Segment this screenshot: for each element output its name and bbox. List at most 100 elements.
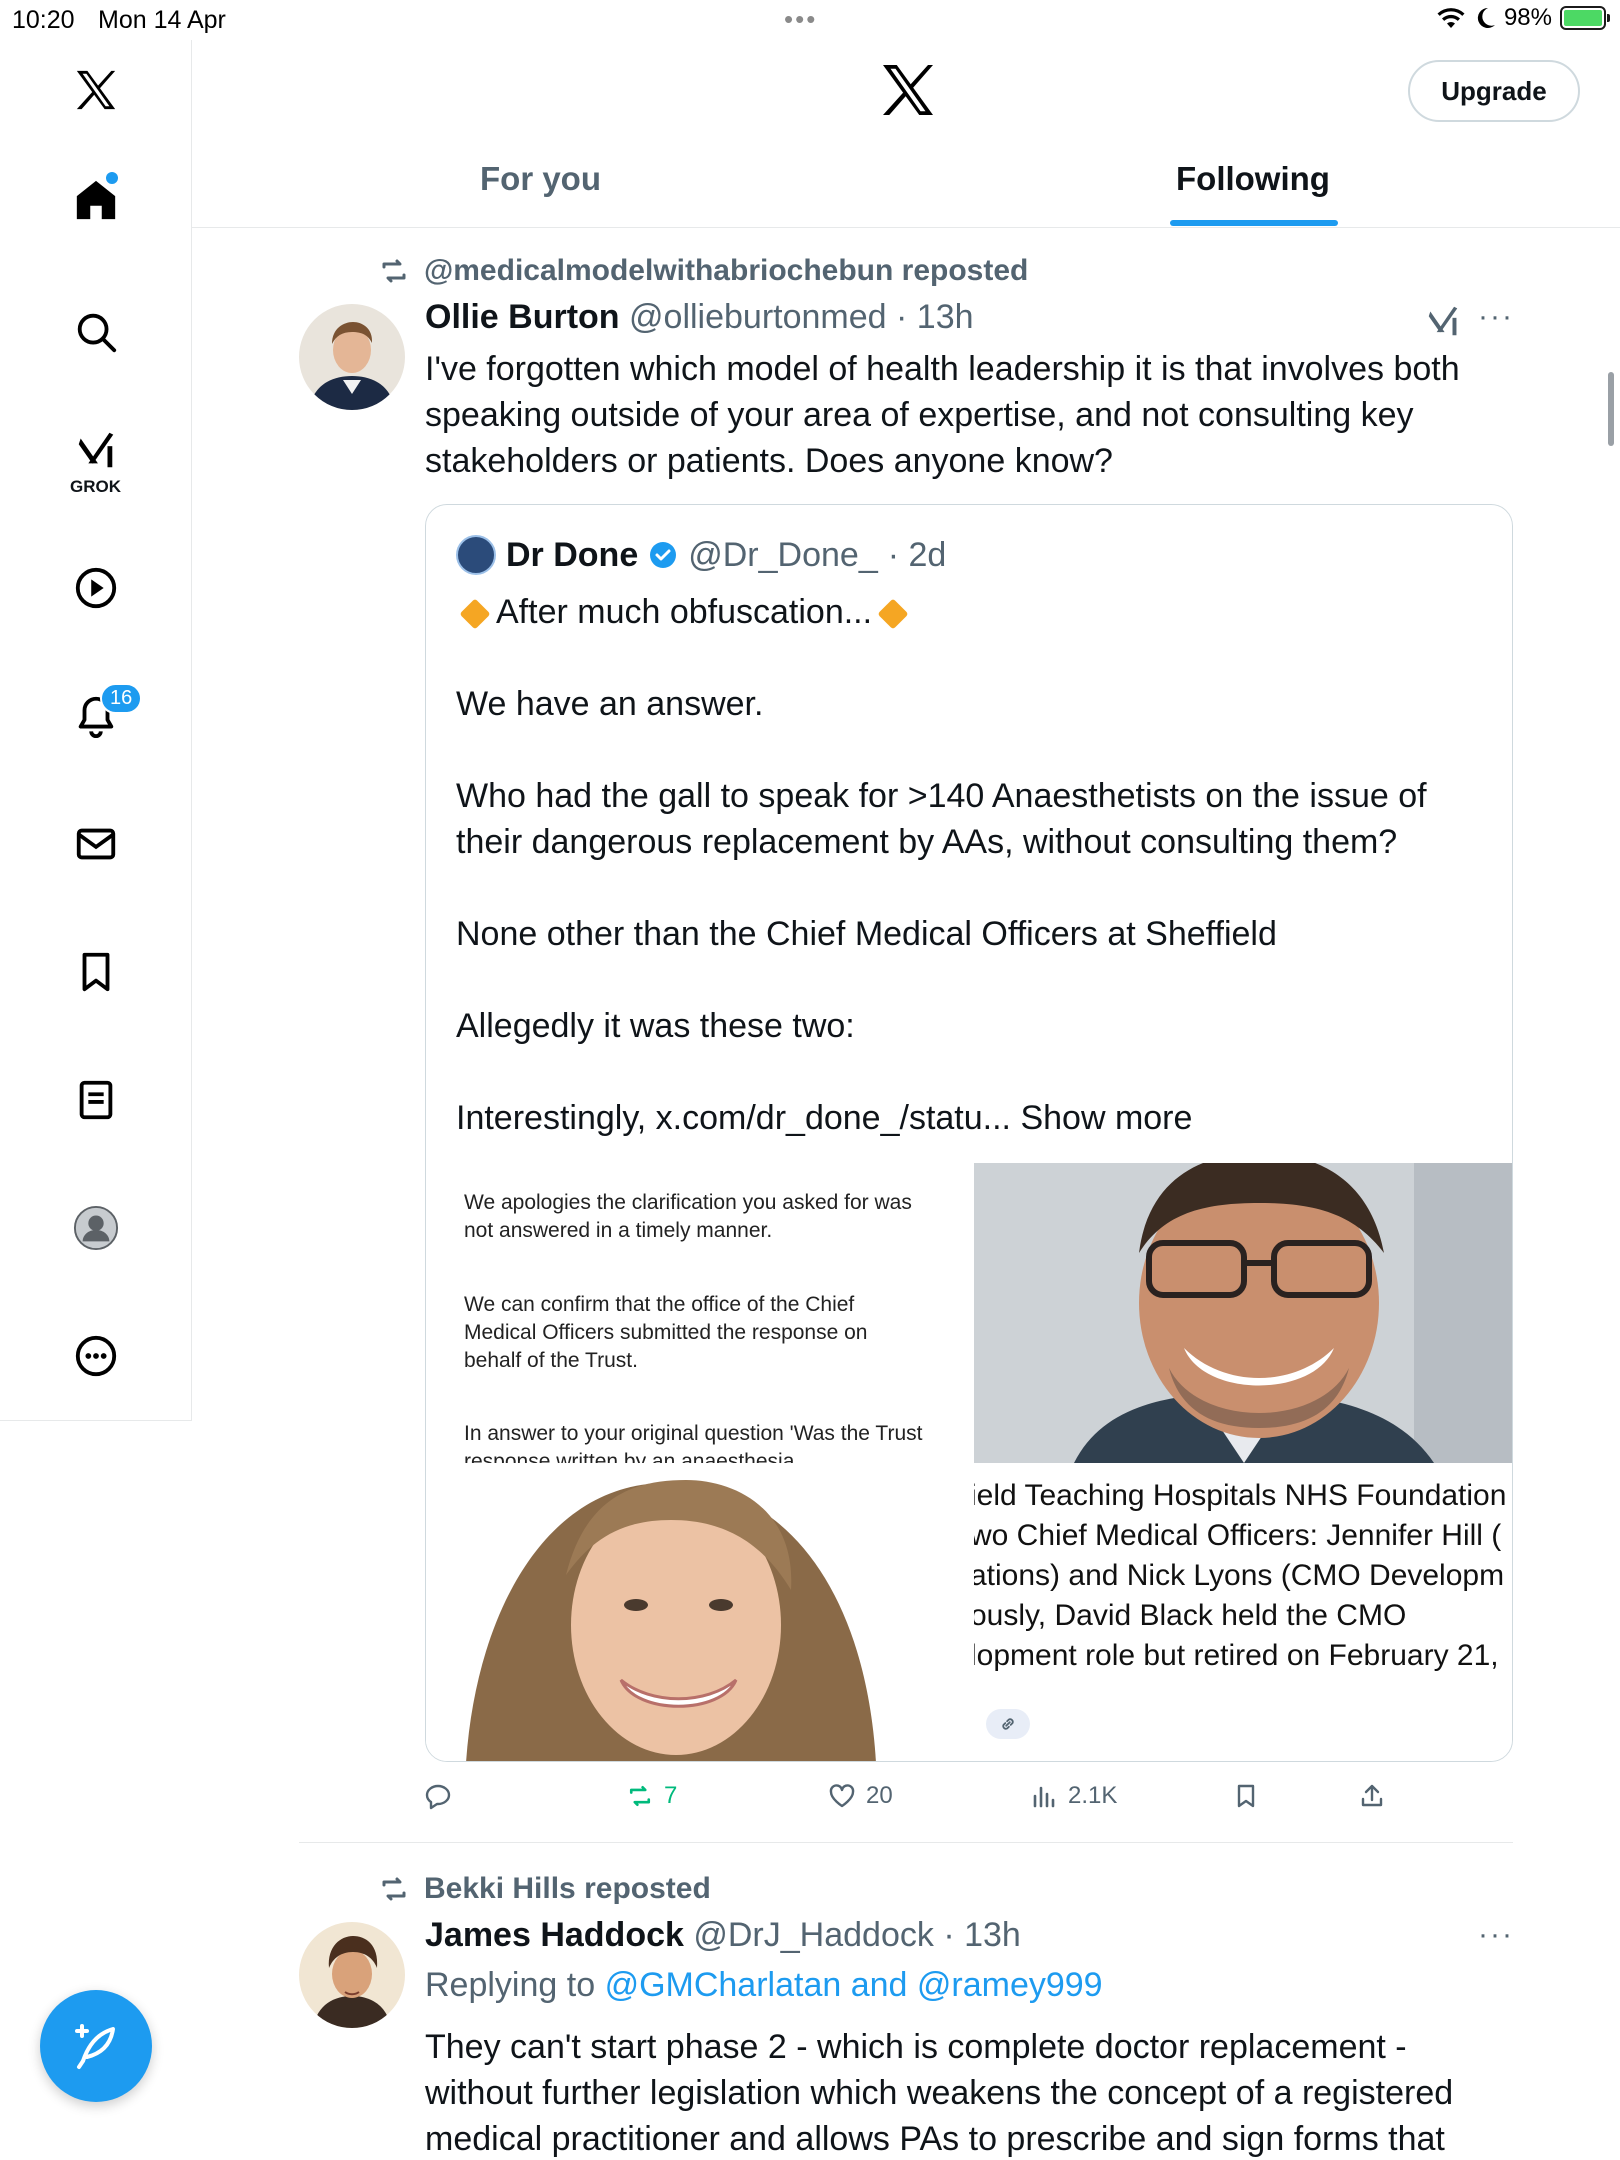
sidebar-item-profile[interactable]	[66, 1198, 126, 1258]
moon-icon	[1477, 7, 1495, 28]
replying-to-prefix: Replying to	[425, 1966, 596, 2004]
media-woman-photo[interactable]	[426, 1465, 972, 1761]
views-chart-icon	[1033, 1786, 1055, 1808]
tweet-text-line: without further legislation which weaken…	[425, 2074, 1454, 2112]
tweet-author-line: James Haddock @DrJ_Haddock · 13h	[425, 1916, 1021, 1955]
tab-for-you[interactable]: For you	[480, 160, 601, 198]
quoted-line: None other than the Chief Medical Office…	[456, 915, 1277, 953]
replying-to-mentions[interactable]: @GMCharlatan and @ramey999	[605, 1966, 1103, 2004]
article-line: lopment role but retired on February 21,	[974, 1639, 1499, 1672]
compose-feather-icon	[75, 2024, 115, 2069]
media-man-photo[interactable]	[974, 1163, 1512, 1463]
link-chip[interactable]	[986, 1709, 1030, 1739]
author-handle[interactable]: @DrJ_Haddock	[693, 1916, 934, 1954]
repost-attribution[interactable]: Bekki Hills reposted	[378, 1872, 711, 1906]
profile-avatar-icon	[73, 1205, 119, 1251]
tab-following[interactable]: Following	[1176, 160, 1330, 198]
list-document-icon	[79, 1080, 113, 1120]
sidebar-item-more[interactable]	[66, 1326, 126, 1386]
repost-button[interactable]: 7	[626, 1782, 677, 1810]
like-button[interactable]: 20	[828, 1782, 893, 1810]
tweet-separator	[299, 1842, 1513, 1843]
quoted-line: their dangerous replacement by AAs, with…	[456, 823, 1398, 861]
author-handle[interactable]: @ollieburtonmed	[629, 298, 887, 336]
sidebar-item-videos[interactable]	[66, 558, 126, 618]
article-line: ield Teaching Hospitals NHS Foundation	[974, 1479, 1507, 1512]
status-date: Mon 14 Apr	[98, 6, 226, 34]
author-name[interactable]: James Haddock	[425, 1916, 684, 1954]
quoted-line: Interestingly, x.com/dr_done_/statu...	[456, 1099, 1011, 1137]
multitasking-dots[interactable]: •••	[784, 4, 817, 35]
battery-percent: 98%	[1503, 4, 1552, 31]
letter-paragraph: We apologies the clarification you asked…	[464, 1191, 912, 1242]
letter-paragraph: In answer to your original question 'Was…	[464, 1422, 923, 1463]
bookmark-button[interactable]	[1232, 1782, 1260, 1810]
orange-diamond-icon	[877, 598, 909, 630]
sidebar-item-bookmarks[interactable]	[66, 942, 126, 1002]
tweet-time[interactable]: · 13h	[943, 1916, 1021, 1954]
reply-button[interactable]	[424, 1782, 462, 1810]
like-count: 20	[866, 1782, 893, 1809]
play-circle-icon	[75, 567, 117, 609]
share-button[interactable]	[1358, 1782, 1386, 1810]
sidebar-divider	[0, 1420, 192, 1421]
quoted-line: We have an answer.	[456, 685, 764, 723]
link-icon	[1002, 1718, 1014, 1730]
status-time: 10:20	[12, 6, 75, 34]
repost-icon	[629, 1785, 651, 1807]
grok-explain-icon[interactable]	[1424, 302, 1462, 340]
quoted-tweet-card[interactable]: Dr Done @Dr_Done_ · 2d After much obfusc…	[425, 504, 1513, 1762]
tweet-text: They can't start phase 2 - which is comp…	[425, 2024, 1525, 2160]
x-logo-icon[interactable]	[66, 60, 126, 120]
media-article-screenshot[interactable]: ield Teaching Hospitals NHS Foundation w…	[974, 1465, 1512, 1761]
tweet-more-button[interactable]: ···	[1478, 1918, 1514, 1952]
home-unread-dot	[106, 172, 118, 184]
replying-to-line: Replying to @GMCharlatan and @ramey999	[425, 1966, 1103, 2005]
quoted-line: Who had the gall to speak for >140 Anaes…	[456, 777, 1427, 815]
quoted-author-line: Dr Done @Dr_Done_ · 2d	[456, 535, 946, 575]
envelope-icon	[76, 828, 116, 860]
views-count: 2.1K	[1068, 1782, 1118, 1809]
search-icon	[77, 313, 117, 353]
avatar[interactable]	[299, 304, 405, 410]
quoted-tweet-time: · 2d	[887, 535, 947, 574]
tweet-text-line: medical practitioner and allows PAs to p…	[425, 2120, 1445, 2158]
repost-attribution-text: Bekki Hills reposted	[424, 1872, 711, 1905]
views-button[interactable]: 2.1K	[1030, 1782, 1117, 1810]
grok-icon	[78, 432, 114, 468]
media-letter-image[interactable]: We apologies the clarification you asked…	[426, 1163, 972, 1463]
tweet-text-line: I've forgotten which model of health lea…	[425, 350, 1460, 388]
article-line: wo Chief Medical Officers: Jennifer Hill…	[974, 1519, 1502, 1552]
compose-post-button[interactable]	[40, 1990, 152, 2102]
header-x-logo-icon[interactable]	[878, 60, 938, 120]
status-right: 98%	[1436, 4, 1610, 32]
verified-badge-icon	[650, 542, 677, 568]
quoted-last-line: Interestingly, x.com/dr_done_/statu... S…	[456, 1099, 1192, 1138]
show-more-link[interactable]: Show more	[1020, 1099, 1192, 1137]
sidebar-item-grok[interactable]	[66, 420, 126, 480]
author-name[interactable]: Ollie Burton	[425, 298, 620, 336]
scrollbar-thumb[interactable]	[1608, 372, 1614, 446]
repost-icon	[382, 259, 406, 283]
article-line: ously, David Black held the CMO	[974, 1599, 1407, 1632]
sidebar-item-lists[interactable]	[66, 1070, 126, 1130]
tweet-text-line: stakeholders or patients. Does anyone kn…	[425, 442, 1113, 480]
active-tab-indicator	[1170, 220, 1338, 226]
article-line: ations) and Nick Lyons (CMO Developm	[974, 1559, 1505, 1592]
sidebar-item-messages[interactable]	[66, 814, 126, 874]
notification-badge: 16	[100, 683, 143, 714]
upgrade-button[interactable]: Upgrade	[1408, 60, 1580, 122]
header-divider	[192, 227, 1620, 228]
grok-label: GROK	[70, 477, 121, 496]
heart-icon	[829, 1784, 855, 1808]
repost-count: 7	[664, 1782, 678, 1809]
tweet-text-line: speaking outside of your area of experti…	[425, 396, 1414, 434]
tweet-text: I've forgotten which model of health lea…	[425, 346, 1525, 484]
repost-attribution[interactable]: @medicalmodelwithabriochebun reposted	[378, 254, 1028, 288]
tweet-more-button[interactable]: ···	[1478, 300, 1514, 334]
tweet-time[interactable]: · 13h	[896, 298, 974, 336]
sidebar-item-search[interactable]	[66, 302, 126, 362]
quoted-author-name: Dr Done	[506, 535, 639, 574]
repost-attribution-text: @medicalmodelwithabriochebun reposted	[424, 254, 1029, 287]
avatar[interactable]	[299, 1922, 405, 2028]
